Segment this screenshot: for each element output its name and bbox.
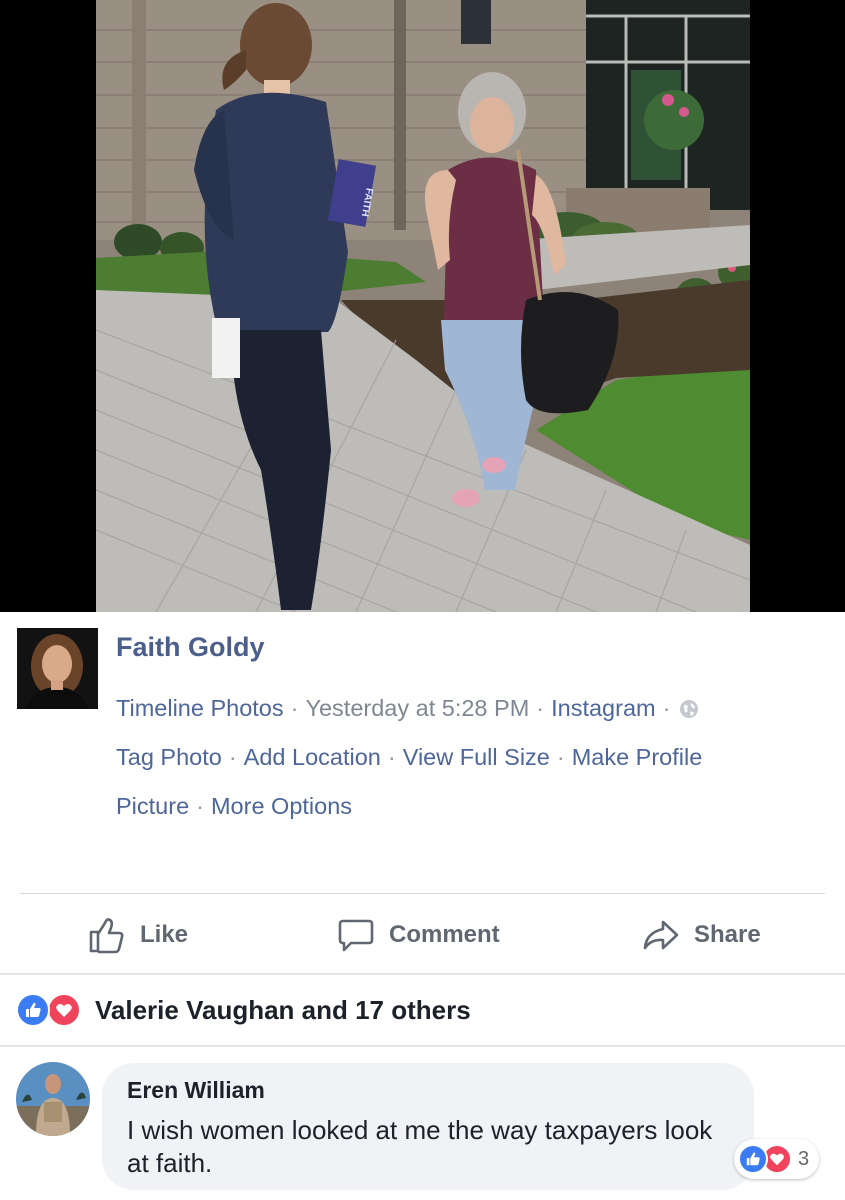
post-timestamp[interactable]: Yesterday at 5:28 PM — [305, 695, 529, 721]
timeline-photos-link[interactable]: Timeline Photos — [116, 695, 284, 721]
share-label: Share — [694, 921, 761, 948]
commenter-name[interactable]: Eren William — [127, 1077, 729, 1103]
separator: · — [196, 793, 204, 819]
post-photo[interactable]: FAITH — [96, 0, 750, 612]
separator: · — [536, 695, 545, 721]
comment-reaction-count: 3 — [798, 1147, 810, 1170]
love-icon — [47, 993, 81, 1027]
share-button[interactable]: Share — [642, 914, 761, 956]
reactions-summary-text: Valerie Vaughan and 17 others — [95, 994, 471, 1025]
divider — [20, 893, 825, 894]
photo-viewer: FAITH — [0, 0, 845, 612]
add-location-link[interactable]: Add Location — [244, 744, 381, 770]
separator: · — [387, 744, 396, 770]
separator: · — [662, 695, 671, 721]
comment-label: Comment — [389, 921, 500, 948]
comment-text: I wish women looked at me the way taxpay… — [127, 1115, 713, 1178]
commenter-avatar[interactable] — [16, 1062, 90, 1136]
comment-icon — [338, 919, 374, 952]
like-icon — [738, 1144, 768, 1174]
thumbs-up-icon — [89, 918, 124, 954]
more-options-link[interactable]: More Options — [211, 793, 352, 819]
comment-reactions-badge[interactable]: 3 — [734, 1139, 820, 1179]
post-actions-bar: Like Comment Share — [0, 900, 845, 970]
separator: · — [290, 695, 299, 721]
like-button[interactable]: Like — [88, 914, 188, 956]
author-avatar[interactable] — [17, 628, 98, 709]
comment-button[interactable]: Comment — [337, 914, 500, 956]
view-full-size-link[interactable]: View Full Size — [403, 744, 550, 770]
reactions-summary[interactable]: Valerie Vaughan and 17 others — [0, 976, 845, 1044]
tag-photo-link[interactable]: Tag Photo — [116, 744, 222, 770]
like-icon — [16, 993, 50, 1027]
instagram-source-link[interactable]: Instagram — [551, 695, 656, 721]
comment-bubble: Eren William I wish women looked at me t… — [102, 1063, 754, 1190]
separator: · — [556, 744, 565, 770]
like-label: Like — [140, 921, 189, 948]
divider — [0, 973, 845, 975]
divider — [0, 1045, 845, 1047]
separator: · — [228, 744, 237, 770]
post-author-name[interactable]: Faith Goldy — [116, 632, 265, 663]
globe-icon — [680, 700, 699, 718]
share-arrow-icon — [643, 920, 679, 950]
post-meta: Timeline Photos · Yesterday at 5:28 PM · Ins… — [116, 684, 806, 831]
reaction-icons — [16, 993, 82, 1027]
